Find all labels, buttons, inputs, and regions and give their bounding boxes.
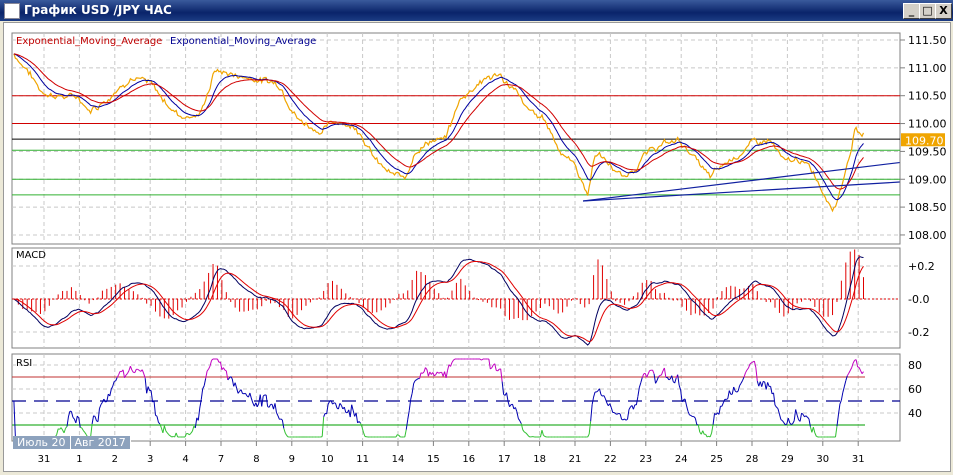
price-tick-label: 109.50 xyxy=(908,145,947,158)
rsi-segment xyxy=(528,435,531,438)
x-tick-label: 17 xyxy=(498,454,511,465)
period-month: Июль 20 xyxy=(13,436,71,449)
rsi-tick-label: 80 xyxy=(908,359,922,372)
price-tick-label: 110.00 xyxy=(908,118,947,131)
rsi-label: RSI xyxy=(16,358,32,369)
x-tick-label: 23 xyxy=(639,454,652,465)
current-price-label: 109.70 xyxy=(905,134,944,147)
x-tick-label: 29 xyxy=(781,454,794,465)
rsi-segment xyxy=(621,418,624,421)
legend-ema-red: Exponential_Moving_Average xyxy=(16,36,162,47)
macd-tick-label: -0.2 xyxy=(908,326,929,339)
x-tick-label: 3 xyxy=(147,454,153,465)
rsi-segment xyxy=(763,380,765,383)
rsi-segment xyxy=(618,412,621,415)
rsi-segment xyxy=(224,369,227,372)
period-year: Авг 2017 xyxy=(70,436,131,449)
x-tick-label: 31 xyxy=(852,454,865,465)
rsi-segment xyxy=(93,415,96,417)
x-tick-label: 4 xyxy=(182,454,188,465)
x-tick-label: 31 xyxy=(38,454,51,465)
x-tick-label: 24 xyxy=(675,454,688,465)
price-tick-label: 108.50 xyxy=(908,201,947,214)
rsi-tick-label: 40 xyxy=(908,407,922,420)
panel-rsi xyxy=(11,353,901,442)
rsi-segment xyxy=(171,435,174,438)
price-tick-label: 111.00 xyxy=(908,62,947,75)
period-badge: Июль 20 Авг 2017 xyxy=(13,436,131,449)
rsi-segment xyxy=(816,435,819,438)
macd-label: MACD xyxy=(16,250,46,261)
x-tick-label: 1 xyxy=(76,454,82,465)
x-tick-label: 30 xyxy=(816,454,829,465)
x-tick-label: 8 xyxy=(253,454,259,465)
x-tick-label: 28 xyxy=(746,454,759,465)
x-tick-label: 25 xyxy=(710,454,723,465)
legend-ema-blue: Exponential_Moving_Average xyxy=(170,36,316,47)
rsi-segment xyxy=(105,400,108,403)
x-tick-label: 14 xyxy=(392,454,405,465)
rsi-segment xyxy=(785,423,788,426)
x-tick-label: 11 xyxy=(356,454,369,465)
price-tick-label: 108.00 xyxy=(908,229,947,242)
rsi-tick-label: 60 xyxy=(908,383,922,396)
x-tick-label: 16 xyxy=(462,454,475,465)
x-tick-label: 2 xyxy=(112,454,118,465)
x-tick-label: 22 xyxy=(604,454,617,465)
macd-tick-label: -0.0 xyxy=(908,293,929,306)
x-tick-label: 21 xyxy=(569,454,582,465)
price-tick-label: 111.50 xyxy=(908,34,947,47)
rsi-segment xyxy=(544,435,547,438)
rsi-segment xyxy=(114,380,116,382)
rsi-segment xyxy=(438,372,441,374)
x-tick-label: 10 xyxy=(321,454,334,465)
price-tick-label: 110.50 xyxy=(908,90,947,103)
rsi-segment xyxy=(689,414,692,416)
x-tick-label: 15 xyxy=(427,454,440,465)
price-chart[interactable]: 31 1 2 3 4 7 8 9 10 11 14 15 16 17 18 21 22 23 24 25 28 29 30 3… xyxy=(0,0,953,475)
x-tick-label: 18 xyxy=(533,454,546,465)
macd-tick-label: +0.2 xyxy=(908,260,935,273)
panel-main xyxy=(11,32,901,245)
x-tick-label: 9 xyxy=(289,454,295,465)
price-tick-label: 109.00 xyxy=(908,173,947,186)
x-tick-label: 7 xyxy=(218,454,224,465)
